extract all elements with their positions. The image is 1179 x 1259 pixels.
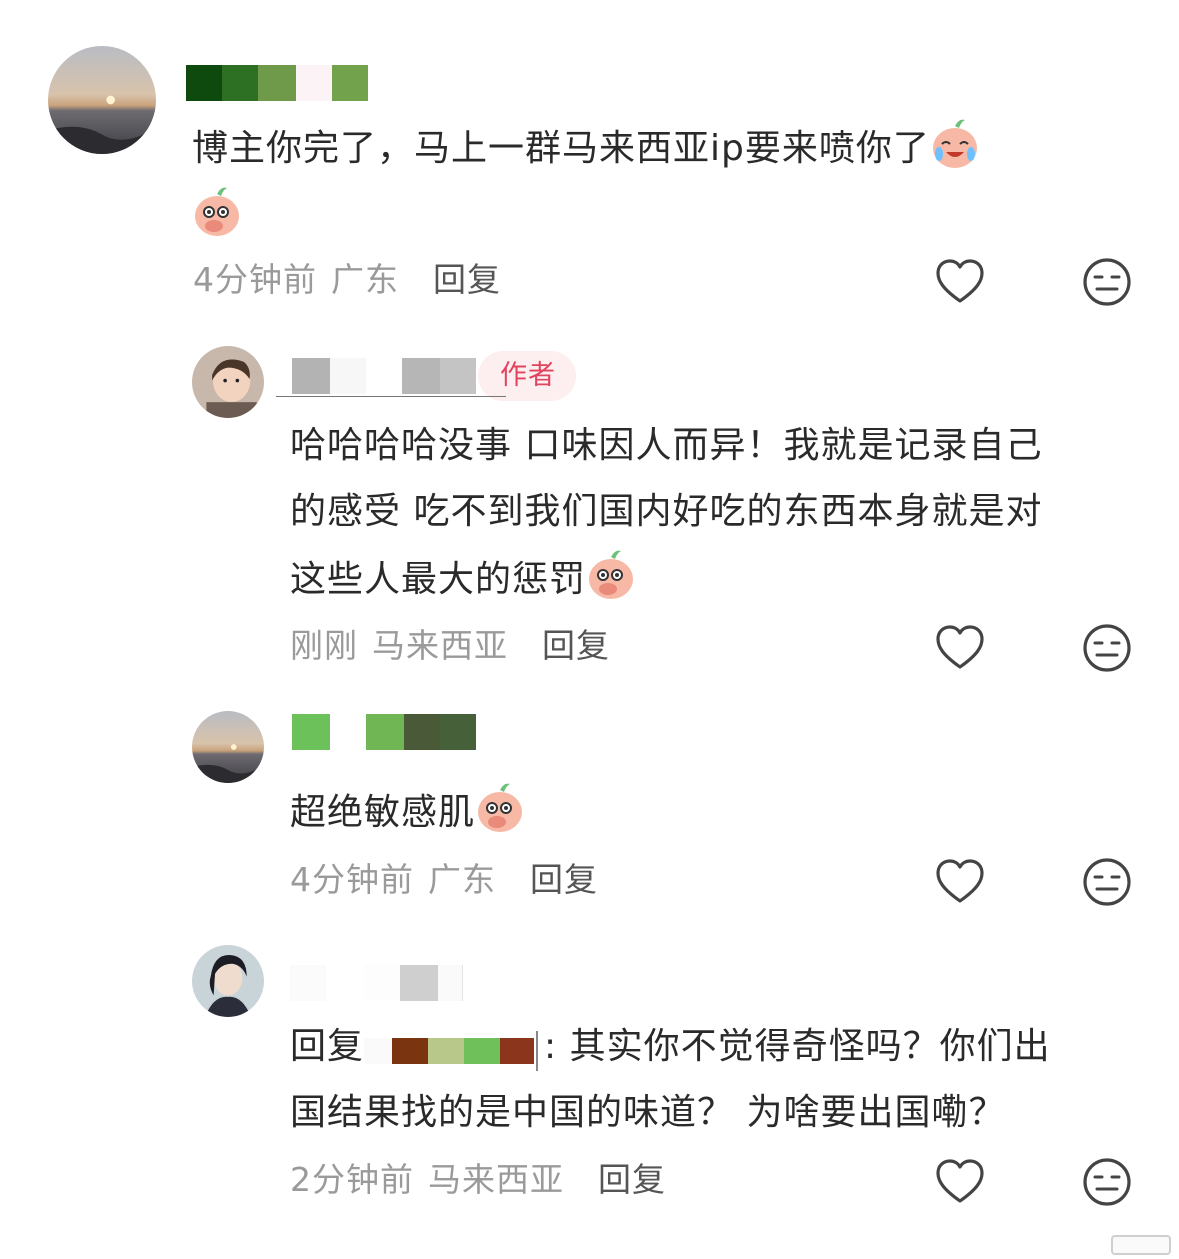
avatar[interactable] <box>192 711 264 783</box>
comment-time: 4分钟前 <box>290 860 414 899</box>
comment-meta: 4分钟前 广东 回复 <box>193 258 501 302</box>
comment-text: 回复 : 其实你不觉得奇怪吗？你们出 国结果找的是中国的味道？ 为啥要出国嘞？ <box>290 1014 1150 1146</box>
author-badge: 作者 <box>478 351 576 401</box>
comment-time: 刚刚 <box>290 626 358 665</box>
peach-cover-mouth-emoji <box>586 545 636 601</box>
reply-button[interactable]: 回复 <box>542 626 610 665</box>
avatar[interactable] <box>192 945 264 1017</box>
comment-text: 超绝敏感肌 <box>290 778 1150 846</box>
reply-button[interactable]: 回复 <box>598 1160 666 1199</box>
username-masked[interactable]: 作者 <box>292 351 576 401</box>
comment-meta: 4分钟前 广东 回复 <box>290 858 598 902</box>
reply-button[interactable]: 回复 <box>530 860 598 899</box>
neutral-face-icon[interactable] <box>1080 855 1134 909</box>
divider <box>276 396 506 397</box>
reply-button[interactable]: 回复 <box>433 260 501 299</box>
comment-text-line: 这些人最大的惩罚 <box>290 559 587 600</box>
comment-text-line: 国结果找的是中国的味道？ 为啥要出国嘞？ <box>290 1092 1006 1133</box>
heart-outline-icon[interactable] <box>933 621 987 675</box>
neutral-face-icon[interactable] <box>1080 1155 1134 1209</box>
comment-location: 马来西亚 <box>428 1160 564 1199</box>
heart-outline-icon[interactable] <box>933 1155 987 1209</box>
comment-meta: 刚刚 马来西亚 回复 <box>290 624 610 668</box>
heart-outline-icon[interactable] <box>933 855 987 909</box>
username-masked[interactable] <box>292 713 476 751</box>
comment-text-line: 哈哈哈哈没事 口味因人而异！我就是记录自己 <box>290 425 1043 466</box>
neutral-face-icon[interactable] <box>1080 621 1134 675</box>
avatar[interactable] <box>48 46 156 154</box>
peach-cover-mouth-emoji <box>192 182 242 238</box>
heart-outline-icon[interactable] <box>933 255 987 309</box>
comment-time: 2分钟前 <box>290 1160 414 1199</box>
comment-time: 4分钟前 <box>193 260 317 299</box>
scroll-indicator <box>1111 1235 1171 1255</box>
comment-location: 广东 <box>428 860 496 899</box>
peach-crying-laugh-emoji <box>930 114 980 170</box>
neutral-face-icon[interactable] <box>1080 255 1134 309</box>
reply-prefix: 回复 <box>290 1026 365 1067</box>
avatar[interactable] <box>192 346 264 418</box>
comment-location: 马来西亚 <box>372 626 508 665</box>
comment-meta: 2分钟前 马来西亚 回复 <box>290 1158 666 1202</box>
reply-target-username[interactable] <box>364 1031 539 1071</box>
comment-text: 博主你完了，马上一群马来西亚ip要来喷你了 <box>192 114 1152 250</box>
comment-text: 哈哈哈哈没事 口味因人而异！我就是记录自己 的感受 吃不到我们国内好吃的东西本身… <box>290 413 1150 613</box>
peach-cover-mouth-emoji <box>475 778 525 834</box>
username-masked[interactable] <box>186 64 368 102</box>
comment-text-line: : 其实你不觉得奇怪吗？你们出 <box>544 1026 1051 1067</box>
username-masked[interactable] <box>290 964 463 1002</box>
comment-text-line: 的感受 吃不到我们国内好吃的东西本身就是对 <box>290 491 1043 532</box>
comment-location: 广东 <box>331 260 399 299</box>
